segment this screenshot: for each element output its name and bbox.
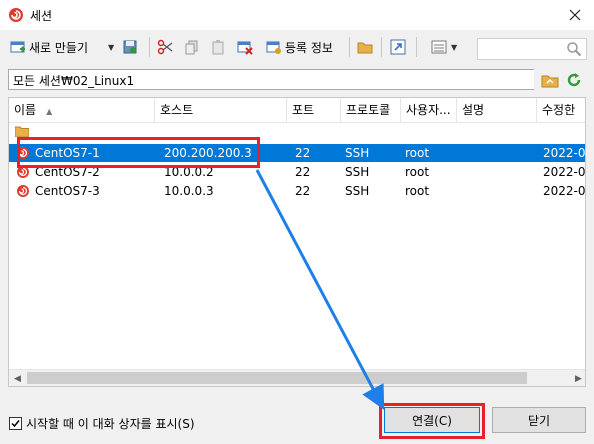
annotation-arrow — [255, 169, 385, 410]
sessions-dialog: 세션 새로 만들기 ▼ 등록 정보 ▼ 모든 세션₩02_Linux1 이름 ▲… — [0, 0, 594, 444]
